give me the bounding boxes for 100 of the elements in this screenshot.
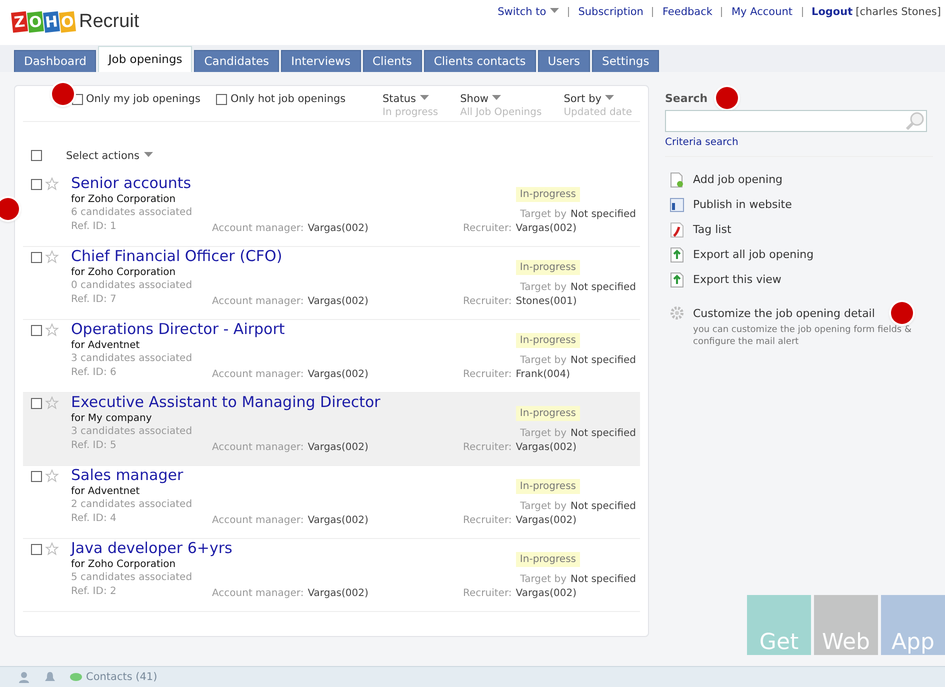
target-value: Not specified: [570, 282, 636, 293]
user-name: [charles Stones]: [856, 6, 941, 18]
manager-label: Account manager:: [212, 515, 304, 526]
window-icon: [669, 198, 685, 212]
checkbox[interactable]: [31, 179, 42, 190]
recruiter-label: Recruiter:: [463, 515, 512, 526]
manager-label: Account manager:: [212, 369, 304, 380]
status-badge: In-progress: [516, 187, 580, 202]
client-name: for Adventnet: [71, 486, 141, 497]
sidebar-action-link[interactable]: Tag list: [669, 217, 933, 242]
sidebar-action-link[interactable]: Add job opening: [669, 167, 933, 192]
job-title-link[interactable]: Operations Director - Airport: [71, 320, 285, 338]
chat-bubble-icon: [70, 672, 82, 682]
manager-name: Vargas(002): [308, 515, 368, 526]
select-actions-menu[interactable]: Select actions: [66, 148, 153, 162]
product-name: Recruit: [79, 11, 140, 33]
sidebar-action-link[interactable]: Export this view: [669, 267, 933, 292]
tab[interactable]: Users: [538, 50, 590, 72]
target-value: Not specified: [570, 428, 636, 439]
filter-label: Only my job openings: [86, 93, 200, 105]
manager-label: Account manager:: [212, 588, 304, 599]
job-title-link[interactable]: Chief Financial Officer (CFO): [71, 247, 282, 265]
candidate-count: 6 candidates associated: [71, 207, 192, 218]
customize-link[interactable]: Customize the job opening detail: [693, 306, 875, 320]
client-name: for My company: [71, 413, 153, 424]
manager-label: Account manager:: [212, 223, 304, 234]
checkbox[interactable]: [31, 544, 42, 555]
target-label: Target by: [520, 428, 567, 439]
candidate-count: 2 candidates associated: [71, 499, 192, 510]
recruiter-label: Recruiter:: [463, 369, 512, 380]
ref-id: Ref. ID: 5: [71, 440, 118, 453]
target-value: Not specified: [570, 355, 636, 366]
customize-hint: you can customize the job opening form fields & configure the mail alert: [693, 324, 912, 348]
status-badge: In-progress: [516, 552, 580, 567]
tab[interactable]: Clients: [362, 50, 422, 72]
manager-name: Vargas(002): [308, 296, 368, 307]
document-arrow-icon: [669, 246, 685, 262]
person-icon: [18, 671, 30, 683]
checkbox[interactable]: [31, 325, 42, 336]
target-label: Target by: [520, 574, 567, 585]
target-label: Target by: [520, 209, 567, 220]
recruiter-label: Recruiter:: [463, 223, 512, 234]
document-add-icon: [669, 172, 685, 188]
header-link[interactable]: Subscription: [578, 6, 644, 18]
recruiter-label: Recruiter:: [463, 442, 512, 453]
tab[interactable]: Clients contacts: [424, 50, 536, 72]
filter-dropdown[interactable]: Status In progress: [382, 92, 438, 118]
manager-name: Vargas(002): [308, 588, 368, 599]
ref-id: Ref. ID: 2: [71, 586, 118, 599]
tab[interactable]: Dashboard: [14, 50, 96, 72]
target-label: Target by: [520, 282, 567, 293]
ref-id: Ref. ID: 1: [71, 221, 118, 234]
checkbox[interactable]: [31, 150, 42, 160]
target-label: Target by: [520, 355, 567, 366]
header-link[interactable]: Feedback: [662, 6, 712, 18]
logo: Z O H O: [12, 12, 75, 32]
candidate-count: 3 candidates associated: [71, 426, 194, 437]
target-value: Not specified: [570, 574, 636, 585]
document-icon: [669, 222, 685, 238]
filter-dropdown[interactable]: Sort by Updated date: [564, 92, 632, 118]
ref-id: Ref. ID: 4: [71, 513, 118, 526]
sidebar-action-link[interactable]: Export all job opening: [669, 242, 933, 267]
ref-id: Ref. ID: 6: [71, 367, 118, 380]
checkbox[interactable]: [31, 252, 42, 263]
sidebar-action-link[interactable]: Publish in website: [669, 192, 933, 217]
job-title-link[interactable]: Sales manager: [71, 466, 192, 484]
manager-name: Vargas(002): [308, 369, 368, 380]
target-value: Not specified: [570, 209, 636, 220]
candidate-count: 0 candidates associated: [71, 280, 194, 291]
filter-label: Only hot job openings: [230, 93, 346, 105]
recruiter-name: Vargas(002): [516, 442, 576, 453]
recruiter-label: Recruiter:: [463, 296, 512, 307]
search-field[interactable]: [665, 110, 927, 132]
header-link[interactable]: My Account: [731, 6, 792, 18]
tab[interactable]: Job openings: [98, 46, 192, 72]
manager-name: Vargas(002): [308, 223, 368, 234]
logout-link[interactable]: Logout: [812, 6, 853, 18]
client-name: for Zoho Corporation: [71, 267, 177, 278]
checkbox[interactable]: [31, 471, 42, 482]
bell-icon: [44, 671, 56, 683]
checkbox[interactable]: [216, 94, 228, 104]
criteria-search-link[interactable]: Criteria search: [665, 137, 933, 148]
filter-dropdown[interactable]: Show All Job Openings: [460, 92, 542, 118]
job-title-link[interactable]: Java developer 6+yrs: [71, 539, 232, 557]
job-title-link[interactable]: Senior accounts: [71, 174, 192, 192]
checkbox[interactable]: [31, 398, 42, 409]
client-name: for Adventnet: [71, 340, 141, 351]
tab[interactable]: Settings: [592, 50, 660, 72]
recruiter-label: Recruiter:: [463, 588, 512, 599]
target-label: Target by: [520, 501, 567, 512]
tab[interactable]: Interviews: [281, 50, 361, 72]
tab[interactable]: Candidates: [194, 50, 280, 72]
manager-label: Account manager:: [212, 296, 304, 307]
status-badge: In-progress: [516, 479, 580, 494]
job-title-link[interactable]: Executive Assistant to Managing Director: [71, 393, 380, 411]
header-link[interactable]: Switch to: [498, 5, 560, 18]
recruiter-name: Stones(001): [516, 296, 577, 307]
gear-icon: [669, 306, 685, 320]
ref-id: Ref. ID: 7: [71, 294, 118, 307]
candidate-count: 3 candidates associated: [71, 353, 194, 364]
